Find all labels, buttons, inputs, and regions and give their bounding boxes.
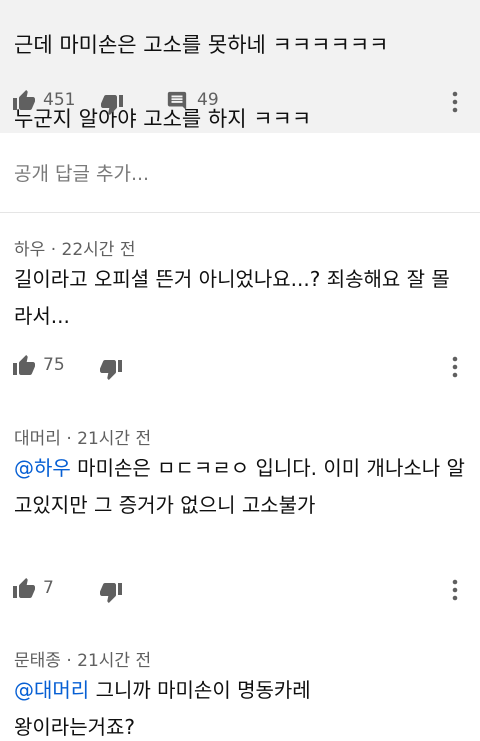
comment-meta: 하우 · 22시간 전 [14, 235, 135, 260]
timestamp[interactable]: 21시간 전 [77, 651, 151, 671]
thumbs-down-icon[interactable] [99, 580, 123, 604]
more-vert-icon[interactable] [446, 89, 464, 115]
like-count: 75 [43, 355, 65, 375]
meta-separator: · [66, 651, 72, 671]
comment-body: 마미손은 ㅁㄷㅋㄹㅇ 입니다. 이미 개나소나 알고있지만 그 증거가 없으니 … [14, 456, 465, 517]
comment-body: 길이라고 오피셜 뜬거 아니었나요...? 죄송해요 잘 몰라서... [14, 267, 450, 328]
reply-count: 49 [197, 90, 219, 110]
thumbs-up-icon[interactable] [12, 89, 36, 113]
author-name[interactable]: 문태종 [14, 651, 61, 671]
comment-actions: 75 [0, 352, 480, 382]
timestamp[interactable]: 22시간 전 [62, 240, 136, 260]
comment-actions: 7 [0, 575, 480, 605]
author-name[interactable]: 대머리 [14, 429, 61, 449]
divider [0, 212, 480, 213]
comment-thread: 근데 마미손은 고소를 못하네 ㅋㅋㅋㅋㅋㅋ 누군지 알아야 고소를 하지 ㅋㅋ… [0, 0, 480, 741]
add-reply-input[interactable]: 공개 답글 추가... [14, 159, 149, 186]
meta-separator: · [66, 429, 72, 449]
meta-separator: · [50, 240, 57, 260]
mention-link[interactable]: @대머리 [14, 678, 89, 702]
parent-comment-actions: 451 49 [0, 87, 480, 117]
like-count: 7 [43, 578, 54, 598]
thumbs-down-icon[interactable] [99, 357, 123, 381]
comment-text: @하우 마미손은 ㅁㄷㅋㄹㅇ 입니다. 이미 개나소나 알고있지만 그 증거가 … [14, 450, 466, 524]
comment-meta: 문태종 · 21시간 전 [14, 646, 151, 671]
parent-comment-line-1: 근데 마미손은 고소를 못하네 ㅋㅋㅋㅋㅋㅋ [14, 33, 389, 57]
comment-text: @대머리 그니까 마미손이 명동카레왕이라는거죠? [14, 672, 314, 741]
thumbs-up-icon[interactable] [12, 354, 36, 378]
more-vert-icon[interactable] [446, 354, 464, 380]
parent-comment: 근데 마미손은 고소를 못하네 ㅋㅋㅋㅋㅋㅋ 누군지 알아야 고소를 하지 ㅋㅋ… [0, 0, 480, 133]
more-vert-icon[interactable] [446, 577, 464, 603]
thumbs-down-icon[interactable] [100, 92, 124, 116]
timestamp[interactable]: 21시간 전 [77, 429, 151, 449]
reply-comment-icon[interactable] [166, 90, 188, 112]
thumbs-up-icon[interactable] [12, 577, 36, 601]
like-count: 451 [43, 90, 76, 110]
comment-text: 길이라고 오피셜 뜬거 아니었나요...? 죄송해요 잘 몰라서... [14, 261, 466, 335]
author-name[interactable]: 하우 [14, 240, 45, 260]
comment-meta: 대머리 · 21시간 전 [14, 424, 151, 449]
mention-link[interactable]: @하우 [14, 456, 71, 480]
